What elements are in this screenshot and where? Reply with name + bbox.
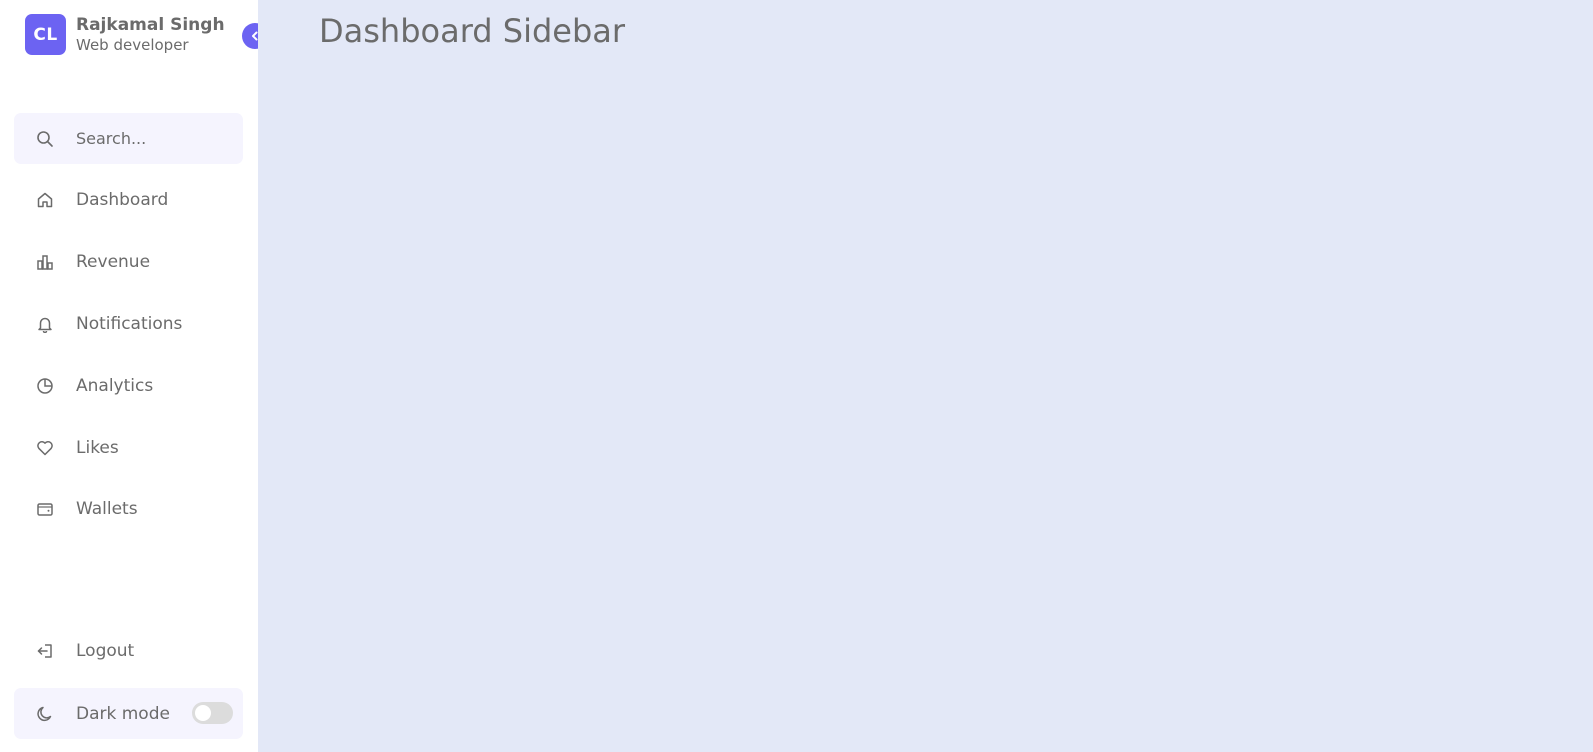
sidebar-item-likes[interactable]: Likes bbox=[14, 424, 243, 472]
moon-icon bbox=[14, 705, 76, 723]
home-icon bbox=[14, 191, 76, 209]
main-content: Dashboard Sidebar bbox=[258, 0, 1593, 752]
profile-role: Web developer bbox=[76, 35, 189, 54]
sidebar-item-dashboard[interactable]: Dashboard bbox=[14, 176, 243, 224]
toggle-knob bbox=[195, 705, 211, 721]
search-input[interactable] bbox=[76, 129, 226, 148]
sidebar-item-analytics[interactable]: Analytics bbox=[14, 362, 243, 410]
bar-chart-icon bbox=[14, 253, 76, 271]
page-title: Dashboard Sidebar bbox=[319, 12, 626, 50]
heart-icon bbox=[14, 439, 76, 457]
app: CL Rajkamal Singh Web developer Search..… bbox=[0, 0, 1593, 752]
sidebar-item-label: Dashboard bbox=[76, 190, 169, 210]
sidebar-item-label: Likes bbox=[76, 438, 119, 458]
profile-text: Rajkamal Singh Web developer bbox=[76, 15, 225, 55]
sidebar-item-label: Notifications bbox=[76, 314, 183, 334]
search-icon bbox=[14, 130, 76, 148]
logo: CL bbox=[25, 14, 66, 55]
wallet-icon bbox=[14, 500, 76, 518]
bell-icon bbox=[14, 315, 76, 333]
sidebar-item-label: Wallets bbox=[76, 499, 138, 519]
sidebar-item-label: Analytics bbox=[76, 376, 154, 396]
dark-mode-row: Dark mode bbox=[14, 688, 243, 739]
profile-header: CL Rajkamal Singh Web developer bbox=[25, 14, 225, 55]
logout-label: Logout bbox=[76, 641, 135, 661]
dark-mode-label: Dark mode bbox=[76, 703, 170, 724]
dark-mode-toggle[interactable] bbox=[192, 702, 233, 724]
sidebar-item-notifications[interactable]: Notifications bbox=[14, 300, 243, 348]
sidebar: CL Rajkamal Singh Web developer Search..… bbox=[0, 0, 268, 752]
sidebar-item-label: Revenue bbox=[76, 252, 151, 272]
sidebar-item-revenue[interactable]: Revenue bbox=[14, 238, 243, 286]
pie-chart-icon bbox=[14, 377, 76, 395]
profile-name: Rajkamal Singh bbox=[76, 14, 225, 35]
sidebar-item-wallets[interactable]: Wallets bbox=[14, 485, 243, 533]
logout-button[interactable]: Logout bbox=[14, 627, 243, 675]
search-box[interactable] bbox=[14, 113, 243, 164]
logout-icon bbox=[14, 642, 76, 660]
